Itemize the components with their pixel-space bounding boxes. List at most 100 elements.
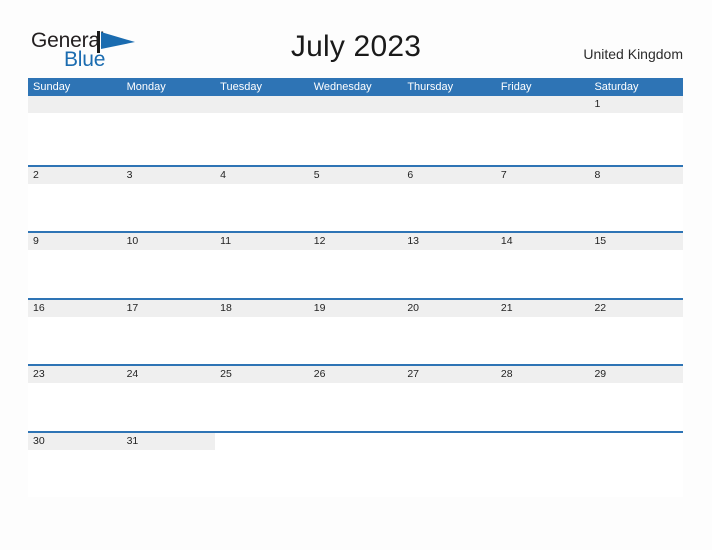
calendar-day-cell[interactable]: 15	[589, 233, 684, 298]
day-number-band	[402, 96, 496, 113]
calendar-week-row: 1	[28, 96, 684, 165]
day-number-band	[308, 166, 403, 184]
calendar-day-cell-empty	[402, 432, 496, 497]
calendar-day-cell[interactable]: 31	[121, 432, 216, 497]
day-number-band	[308, 96, 403, 113]
day-number: 9	[33, 235, 39, 247]
day-number: 25	[220, 368, 232, 380]
day-number-band	[28, 233, 122, 250]
calendar-day-cell[interactable]: 21	[495, 299, 590, 364]
calendar-day-cell[interactable]: 20	[402, 299, 496, 364]
calendar-day-cell[interactable]: 7	[495, 166, 590, 231]
calendar-week-rows: 1 2 3 4 5 6 7 8 9 10 11 12 13 14 15 16 17 18 19 20 21 22 23 24 2…	[28, 96, 684, 497]
day-number: 1	[594, 98, 601, 110]
page-header: General Blue July 2023 United Kingdom	[0, 0, 712, 78]
calendar-day-cell[interactable]: 13	[402, 233, 496, 298]
day-number: 29	[594, 368, 607, 380]
weekday-header-row: Sunday Monday Tuesday Wednesday Thursday…	[28, 78, 683, 96]
day-number-band	[495, 96, 590, 113]
calendar-day-cell-empty	[495, 432, 590, 497]
day-number: 21	[500, 301, 513, 314]
calendar-day-cell[interactable]: 3	[121, 166, 216, 231]
day-number: 10	[126, 235, 139, 247]
day-number-band	[402, 166, 496, 184]
calendar-day-cell[interactable]: 1	[589, 96, 684, 165]
calendar-day-cell[interactable]: 8	[589, 166, 684, 231]
calendar-day-cell[interactable]: 26	[308, 366, 403, 431]
calendar-day-cell[interactable]: 22	[589, 299, 684, 364]
calendar-day-cell-empty	[589, 432, 684, 497]
calendar-day-cell[interactable]: 30	[28, 432, 122, 497]
calendar-day-cell[interactable]: 16	[28, 299, 122, 364]
day-number-band	[309, 433, 403, 450]
day-number: 16	[33, 301, 45, 314]
calendar-day-cell[interactable]: 10	[121, 233, 216, 298]
calendar-day-cell[interactable]: 11	[215, 233, 309, 298]
day-number: 30	[33, 434, 45, 447]
calendar-day-cell[interactable]: 2	[28, 166, 122, 231]
day-number: 18	[220, 301, 232, 314]
calendar-day-cell-empty	[402, 96, 496, 165]
weekday-header-wednesday: Wednesday	[313, 81, 372, 93]
day-number: 20	[407, 301, 419, 314]
calendar-week-row: 9 10 11 12 13 14 15	[28, 231, 684, 298]
day-number: 15	[594, 235, 607, 247]
day-number: 19	[313, 301, 326, 314]
day-number-band	[402, 433, 496, 450]
calendar-day-cell[interactable]: 29	[589, 366, 684, 431]
day-number: 17	[126, 301, 139, 314]
day-number-band	[28, 96, 122, 113]
day-number-band	[496, 433, 590, 450]
calendar-day-cell[interactable]: 27	[402, 366, 496, 431]
day-number-band	[28, 166, 122, 184]
day-number: 23	[33, 368, 45, 380]
day-number-band	[589, 433, 683, 450]
day-number: 7	[500, 168, 507, 181]
calendar-day-cell[interactable]: 24	[121, 366, 216, 431]
day-number-band	[589, 166, 684, 184]
calendar-day-cell[interactable]: 23	[28, 366, 122, 431]
day-number-band	[215, 433, 309, 450]
calendar-day-cell-empty	[495, 96, 590, 165]
calendar-day-cell[interactable]: 6	[402, 166, 496, 231]
day-number: 4	[220, 168, 226, 181]
calendar-day-cell[interactable]: 25	[215, 366, 309, 431]
calendar-day-cell[interactable]: 19	[308, 299, 403, 364]
day-number-band	[121, 96, 216, 113]
calendar-day-cell[interactable]: 28	[495, 366, 590, 431]
calendar-day-cell[interactable]: 12	[308, 233, 403, 298]
calendar-week-row: 2 3 4 5 6 7 8	[28, 164, 684, 231]
day-number: 27	[407, 368, 419, 380]
calendar-day-cell-empty	[308, 432, 403, 497]
calendar-day-cell[interactable]: 14	[495, 233, 590, 298]
day-number: 5	[313, 168, 320, 181]
calendar-day-cell[interactable]: 9	[28, 233, 122, 298]
weekday-header-tuesday: Tuesday	[220, 81, 262, 93]
day-number: 24	[126, 368, 139, 380]
day-number: 13	[407, 235, 419, 247]
day-number: 31	[126, 434, 139, 447]
weekday-header-thursday: Thursday	[407, 81, 454, 93]
day-number-band	[121, 166, 216, 184]
day-number: 6	[407, 168, 414, 181]
day-number: 22	[594, 301, 607, 314]
calendar-day-cell-empty	[308, 96, 403, 165]
weekday-header-monday: Monday	[126, 81, 166, 93]
calendar-day-cell[interactable]: 17	[121, 299, 216, 364]
day-number: 12	[313, 235, 326, 247]
calendar-day-cell[interactable]: 4	[215, 166, 309, 231]
day-number: 26	[313, 368, 326, 380]
day-number: 2	[33, 168, 39, 181]
calendar-grid: Sunday Monday Tuesday Wednesday Thursday…	[28, 78, 684, 497]
calendar-day-cell-empty	[215, 432, 309, 497]
day-number: 14	[500, 235, 513, 247]
calendar-day-cell-empty	[28, 96, 122, 165]
calendar-day-cell[interactable]: 18	[215, 299, 309, 364]
calendar-week-row: 16 17 18 19 20 21 22	[28, 297, 684, 364]
calendar-day-cell[interactable]: 5	[308, 166, 403, 231]
day-number: 8	[594, 168, 601, 181]
day-number-band	[215, 166, 309, 184]
day-number: 28	[500, 368, 513, 380]
calendar-day-cell-empty	[215, 96, 309, 165]
day-number-band	[215, 96, 309, 113]
